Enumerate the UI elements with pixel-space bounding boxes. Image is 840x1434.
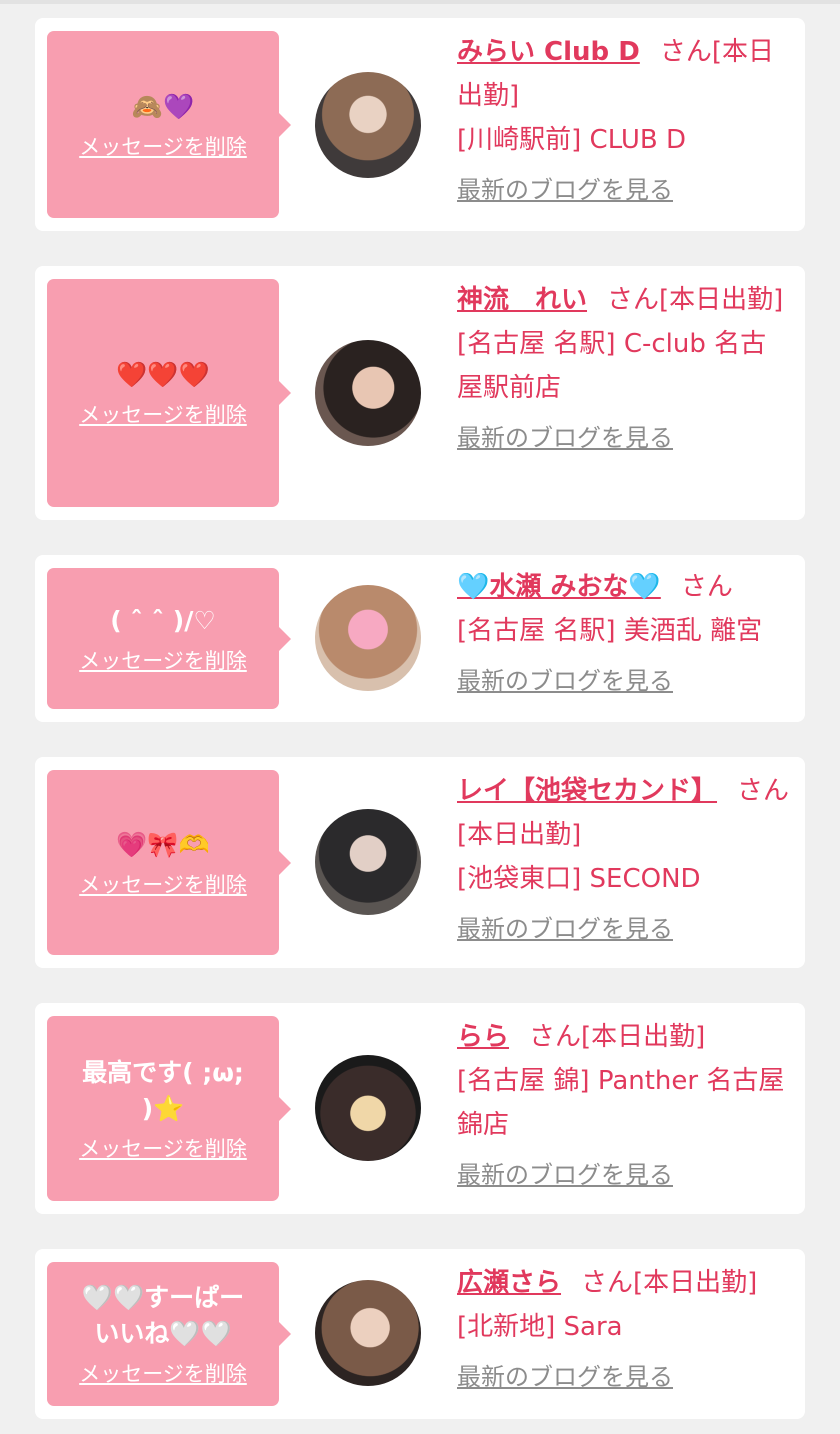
cast-info: レイ【池袋セカンド】 さん[本日出勤] [池袋東口] SECOND 最新のブログを… [457,769,791,951]
cast-status: さん[本日出勤] [581,1268,758,1298]
shop-name: [名古屋 名駅] 美酒乱 離宮 [457,616,763,646]
shop-name: [川崎駅前] CLUB D [457,125,687,155]
cast-info: 🩵水瀬 みおな🩵 さん [名古屋 名駅] 美酒乱 離宮 最新のブログを見る [457,565,791,703]
shop-name: [名古屋 錦] Panther 名古屋錦店 [457,1066,785,1140]
shop-name: [名古屋 名駅] C-club 名古屋駅前店 [457,329,767,403]
blog-link[interactable]: 最新のブログを見る [457,659,673,703]
message-text: ( ˆ ˆ )/♡ [110,605,216,635]
message-text: 🤍🤍すーぱーいいね🤍🤍 [81,1283,245,1348]
message-text: 💗🎀🫶 [116,829,210,859]
blog-link[interactable]: 最新のブログを見る [457,1153,673,1197]
message-card: ( ˆ ˆ )/♡ メッセージを削除 🩵水瀬 みおな🩵 さん [名古屋 名駅] 美… [35,555,805,722]
cast-status: さん[本日出勤] [529,1022,706,1052]
shop-name: [北新地] Sara [457,1312,623,1342]
cast-info: みらい Club D さん[本日出勤] [川崎駅前] CLUB D 最新のブログを… [457,30,791,212]
blog-link[interactable]: 最新のブログを見る [457,907,673,951]
avatar[interactable] [315,809,421,915]
message-bubble: 🙈💜 メッセージを削除 [47,31,291,218]
blog-link[interactable]: 最新のブログを見る [457,1355,673,1399]
avatar[interactable] [315,72,421,178]
message-bubble: 💗🎀🫶 メッセージを削除 [47,770,291,955]
avatar[interactable] [315,340,421,446]
delete-message-link[interactable]: メッセージを削除 [79,131,247,161]
blog-link[interactable]: 最新のブログを見る [457,168,673,212]
blog-link[interactable]: 最新のブログを見る [457,416,673,460]
message-card: 💗🎀🫶 メッセージを削除 レイ【池袋セカンド】 さん[本日出勤] [池袋東口] S… [35,757,805,968]
message-bubble: ❤️❤️❤️ メッセージを削除 [47,279,291,507]
delete-message-link[interactable]: メッセージを削除 [79,1133,247,1163]
delete-message-link[interactable]: メッセージを削除 [79,399,247,429]
cast-status: さん[本日出勤] [607,285,784,315]
avatar[interactable] [315,585,421,691]
message-bubble: ( ˆ ˆ )/♡ メッセージを削除 [47,568,291,709]
cast-status: さん [680,572,733,602]
message-card: 最高です( ;ω; )⭐ メッセージを削除 らら さん[本日出勤] [名古屋 錦]… [35,1003,805,1214]
message-card: ❤️❤️❤️ メッセージを削除 神流 れい さん[本日出勤] [名古屋 名駅] C… [35,266,805,520]
message-bubble: 最高です( ;ω; )⭐ メッセージを削除 [47,1016,291,1201]
shop-name: [池袋東口] SECOND [457,864,701,894]
delete-message-link[interactable]: メッセージを削除 [79,645,247,675]
avatar[interactable] [315,1280,421,1386]
cast-name-link[interactable]: 🩵水瀬 みおな🩵 [457,572,661,602]
top-divider [0,0,840,4]
message-text: 最高です( ;ω; )⭐ [82,1057,244,1123]
cast-name-link[interactable]: みらい Club D [457,37,640,67]
cast-info: らら さん[本日出勤] [名古屋 錦] Panther 名古屋錦店 最新のブログを… [457,1015,791,1197]
avatar[interactable] [315,1055,421,1161]
message-text: ❤️❤️❤️ [116,360,210,389]
message-card: 🙈💜 メッセージを削除 みらい Club D さん[本日出勤] [川崎駅前] CL… [35,18,805,231]
cast-name-link[interactable]: 広瀬さら [457,1268,561,1298]
cast-name-link[interactable]: レイ【池袋セカンド】 [457,776,717,806]
delete-message-link[interactable]: メッセージを削除 [79,1358,247,1388]
message-bubble: 🤍🤍すーぱーいいね🤍🤍 メッセージを削除 [47,1262,291,1406]
message-card: 🤍🤍すーぱーいいね🤍🤍 メッセージを削除 広瀬さら さん[本日出勤] [北新地] … [35,1249,805,1419]
delete-message-link[interactable]: メッセージを削除 [79,869,247,899]
cast-name-link[interactable]: 神流 れい [457,285,587,315]
cast-info: 神流 れい さん[本日出勤] [名古屋 名駅] C-club 名古屋駅前店 最新の… [457,278,791,460]
cast-name-link[interactable]: らら [457,1022,509,1052]
message-text: 🙈💜 [131,91,195,121]
cast-info: 広瀬さら さん[本日出勤] [北新地] Sara 最新のブログを見る [457,1261,791,1399]
